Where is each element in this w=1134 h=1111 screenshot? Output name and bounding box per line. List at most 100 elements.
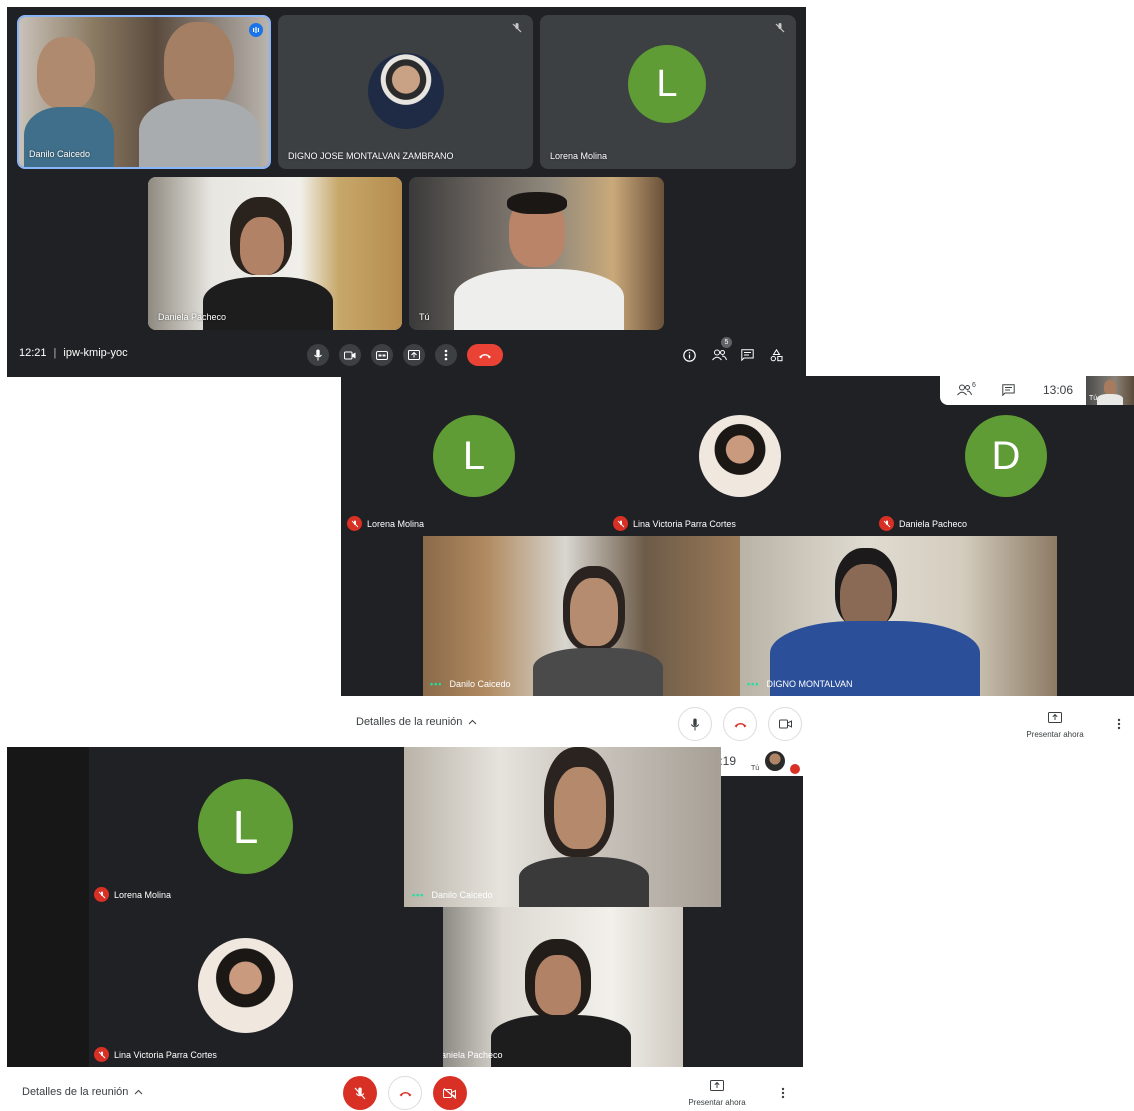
participant-tile-danilo-caicedo[interactable]: ••• Danilo Caicedo [404, 747, 721, 907]
chevron-up-icon [135, 1089, 143, 1095]
person-figure [139, 99, 259, 167]
participant-name: Daniela Pacheco [443, 1050, 503, 1060]
mic-off-icon [613, 516, 628, 531]
person-figure [535, 955, 581, 1015]
info-icon [682, 348, 696, 362]
initial-avatar: D [965, 415, 1047, 497]
participant-name: Danilo Caicedo [431, 890, 493, 900]
participant-label-lina: Lina Victoria Parra Cortes [94, 1047, 217, 1062]
self-preview[interactable]: Tú [1086, 376, 1134, 405]
mic-off-icon [879, 516, 894, 531]
meeting-details-button[interactable] [680, 346, 698, 364]
participant-label: ••• Danilo Caicedo [430, 679, 511, 689]
camera-icon [778, 719, 792, 729]
participant-video [148, 177, 402, 330]
meet-screenshot-gallery: 6 13:06 Tú L D Lorena Molina Lina Victor… [341, 376, 1134, 747]
self-avatar[interactable] [765, 751, 785, 771]
participant-label: ••• DIGNO MONTALVAN [747, 679, 852, 689]
leave-call-button[interactable] [723, 707, 757, 741]
participant-tile-self[interactable]: Tú [409, 177, 664, 330]
participants-button[interactable] [709, 346, 729, 364]
people-icon [956, 384, 972, 396]
camera-icon [344, 351, 356, 359]
more-options-button[interactable] [1111, 714, 1127, 734]
participant-tile-danilo-caicedo[interactable]: ••• Danilo Caicedo [423, 536, 740, 696]
person-figure [570, 578, 618, 646]
meeting-details-toggle[interactable]: Detalles de la reunión [22, 1086, 143, 1098]
activities-button[interactable] [767, 346, 785, 364]
self-label: Tú [751, 765, 760, 772]
more-options-button[interactable] [435, 344, 457, 366]
participant-label-lorena: Lorena Molina [94, 887, 171, 902]
separator: | [53, 347, 57, 359]
participant-name: Danilo Caicedo [449, 679, 511, 689]
chat-button[interactable] [738, 346, 756, 364]
person-figure [203, 277, 333, 330]
profile-photo-avatar [699, 415, 781, 497]
participant-tile-lorena-molina[interactable]: L Lorena Molina [540, 15, 796, 169]
participant-name: Lorena Molina [550, 151, 608, 161]
participant-tile-daniela-pacheco[interactable]: ••• Daniela Pacheco [443, 907, 683, 1067]
person-figure [533, 648, 663, 696]
participant-name: Lorena Molina [114, 889, 172, 900]
chevron-up-icon [469, 719, 477, 725]
clock-time: 12:21 [19, 347, 47, 359]
present-icon [1048, 712, 1062, 723]
participant-tile-daniela-pacheco[interactable]: Daniela Pacheco [148, 177, 402, 330]
mic-toggle-button[interactable] [307, 344, 329, 366]
more-vert-icon [1117, 718, 1121, 730]
participant-tile-digno[interactable]: DIGNO JOSE MONTALVAN ZAMBRANO [278, 15, 533, 169]
mic-off-icon [775, 23, 785, 33]
initial-avatar: L [433, 415, 515, 497]
participant-name: DIGNO MONTALVAN [766, 679, 853, 689]
mic-off-icon [94, 887, 109, 902]
captions-button[interactable] [371, 344, 393, 366]
meeting-code: ipw-kmip-yoc [63, 347, 128, 359]
mic-toggle-button[interactable] [678, 707, 712, 741]
person-figure [1097, 394, 1123, 405]
participant-tile-danilo-caicedo[interactable]: Danilo Caicedo [17, 15, 271, 169]
meet-screenshot-grid: Danilo Caicedo DIGNO JOSE MONTALVAN ZAMB… [7, 7, 806, 377]
audio-indicator-icon: ••• [412, 890, 425, 900]
present-screen-button[interactable] [403, 344, 425, 366]
hangup-icon [399, 1091, 411, 1096]
chat-icon [740, 349, 754, 361]
mic-toggle-button[interactable] [343, 1076, 377, 1110]
participant-name: Lina Victoria Parra Cortes [114, 1049, 217, 1060]
camera-toggle-button[interactable] [768, 707, 802, 741]
participant-name: Daniela Pacheco [899, 518, 968, 529]
present-now-button[interactable]: Presentar ahora [679, 1078, 755, 1108]
mic-off-icon [347, 516, 362, 531]
mic-off-icon [94, 1047, 109, 1062]
participant-label-lorena: Lorena Molina [347, 516, 424, 531]
more-options-button[interactable] [775, 1083, 791, 1103]
present-icon [710, 1080, 724, 1091]
leave-call-button[interactable] [388, 1076, 422, 1110]
present-now-button[interactable]: Presentar ahora [1017, 710, 1093, 740]
audio-indicator-icon: ••• [430, 679, 443, 689]
participant-label-daniela: Daniela Pacheco [879, 516, 967, 531]
participant-name: Daniela Pacheco [158, 312, 227, 322]
camera-toggle-button[interactable] [433, 1076, 467, 1110]
profile-photo-avatar [368, 53, 444, 129]
leave-call-button[interactable] [467, 344, 503, 366]
present-icon [408, 350, 420, 360]
self-mic-off-icon [790, 764, 800, 774]
camera-toggle-button[interactable] [339, 344, 361, 366]
more-vert-icon [781, 1087, 785, 1099]
chat-button[interactable] [999, 382, 1017, 398]
participant-name: DIGNO JOSE MONTALVAN ZAMBRANO [288, 151, 454, 161]
participant-tile-digno[interactable]: ••• DIGNO MONTALVAN [740, 536, 1057, 696]
hangup-icon [479, 353, 491, 358]
chat-icon [1001, 384, 1015, 396]
person-figure [1104, 380, 1116, 395]
speaking-indicator-icon [249, 23, 263, 37]
mic-off-icon [354, 1087, 366, 1099]
camera-off-icon [443, 1087, 457, 1099]
initial-avatar: L [198, 779, 293, 874]
meeting-details-toggle[interactable]: Detalles de la reunión [356, 716, 477, 728]
person-figure [507, 192, 567, 214]
participant-name: Lorena Molina [367, 518, 425, 529]
more-vert-icon [444, 349, 448, 361]
participant-name: Danilo Caicedo [29, 149, 91, 159]
